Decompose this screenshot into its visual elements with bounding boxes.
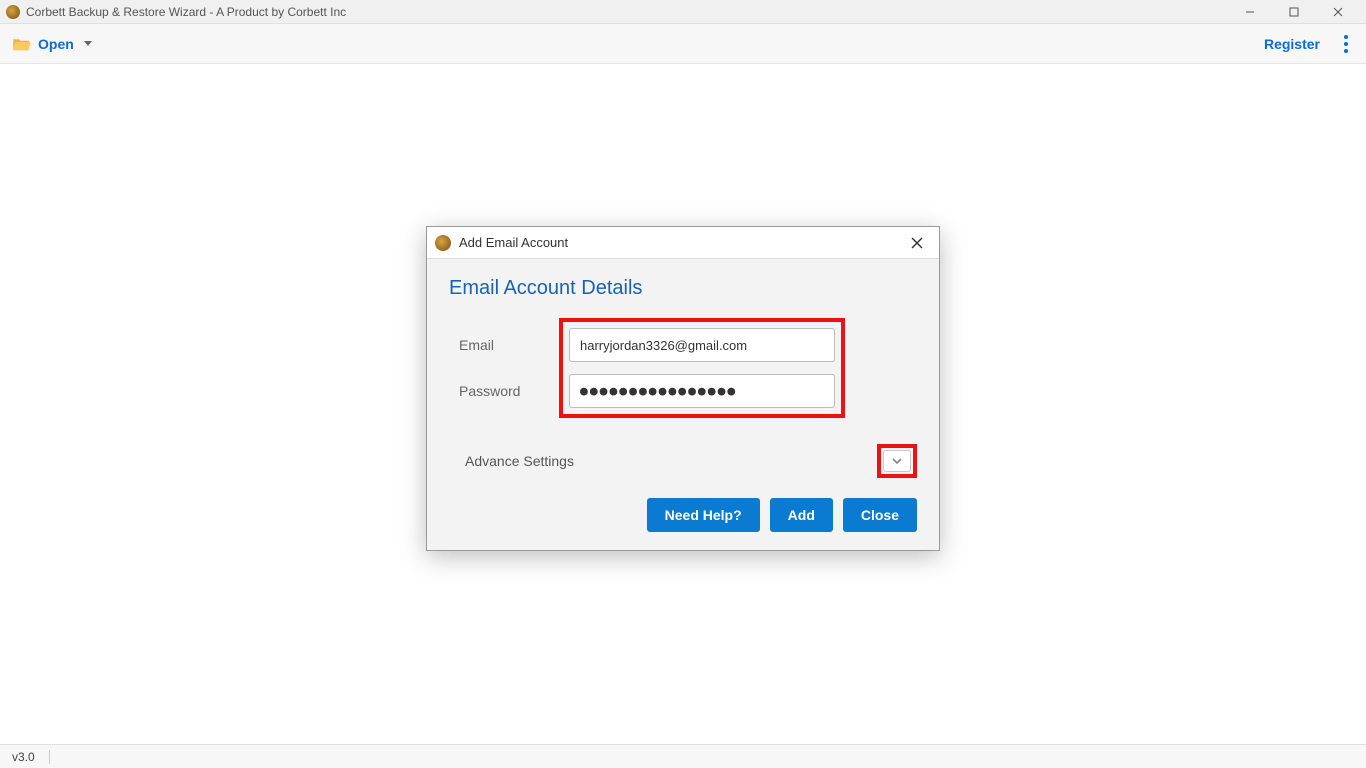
need-help-button[interactable]: Need Help? [647,498,760,532]
advance-settings-label: Advance Settings [465,453,574,469]
dialog-titlebar: Add Email Account [427,227,939,259]
dialog-close-button[interactable] [903,229,931,257]
minimize-button[interactable] [1228,0,1272,24]
open-button[interactable]: Open [12,36,92,52]
password-field[interactable] [569,374,835,408]
close-button[interactable]: Close [843,498,917,532]
dialog-title: Add Email Account [459,235,568,250]
more-options-button[interactable] [1338,35,1354,53]
email-field[interactable] [569,328,835,362]
register-link[interactable]: Register [1264,36,1320,52]
add-button[interactable]: Add [770,498,833,532]
close-icon [911,237,923,249]
status-divider [49,750,50,764]
main-toolbar: Open Register [0,24,1366,64]
email-label: Email [459,337,559,353]
maximize-button[interactable] [1272,0,1316,24]
window-titlebar: Corbett Backup & Restore Wizard - A Prod… [0,0,1366,24]
chevron-down-icon [891,455,903,467]
folder-open-icon [12,36,32,52]
add-email-account-dialog: Add Email Account Email Account Details … [426,226,940,551]
status-bar: v3.0 [0,744,1366,768]
dialog-app-icon [435,235,451,251]
password-label: Password [459,383,559,399]
open-label: Open [38,36,74,52]
advance-expand-highlight [877,444,917,478]
dialog-heading: Email Account Details [445,277,921,300]
credentials-highlight: Email Password [559,318,845,418]
advance-expand-button[interactable] [883,450,911,472]
app-icon [6,5,20,19]
chevron-down-icon [84,41,92,46]
version-label: v3.0 [12,750,35,764]
close-window-button[interactable] [1316,0,1360,24]
window-title: Corbett Backup & Restore Wizard - A Prod… [26,5,346,19]
